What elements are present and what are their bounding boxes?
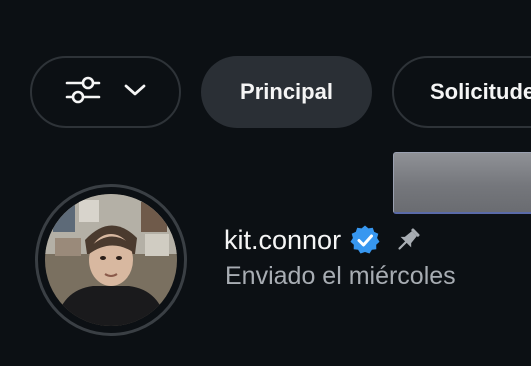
tab-principal-label: Principal [240, 79, 333, 104]
tab-principal[interactable]: Principal [201, 56, 372, 128]
redaction-overlay [393, 152, 531, 214]
last-message-status: Enviado el miércoles [225, 262, 456, 290]
verified-badge-icon [350, 225, 380, 254]
filter-button[interactable] [30, 56, 181, 128]
sliders-icon [65, 75, 101, 110]
inbox-screen: Principal Solicitudes [0, 0, 531, 366]
tab-solicitudes[interactable]: Solicitudes [392, 56, 531, 128]
conversation-title-row[interactable]: kit.connor [224, 224, 423, 256]
pin-icon [398, 228, 420, 250]
avatar-photo [45, 194, 177, 326]
avatar[interactable] [35, 184, 187, 336]
username: kit.connor [224, 224, 342, 255]
chevron-down-icon [123, 82, 147, 103]
tab-solicitudes-label: Solicitudes [430, 79, 531, 104]
